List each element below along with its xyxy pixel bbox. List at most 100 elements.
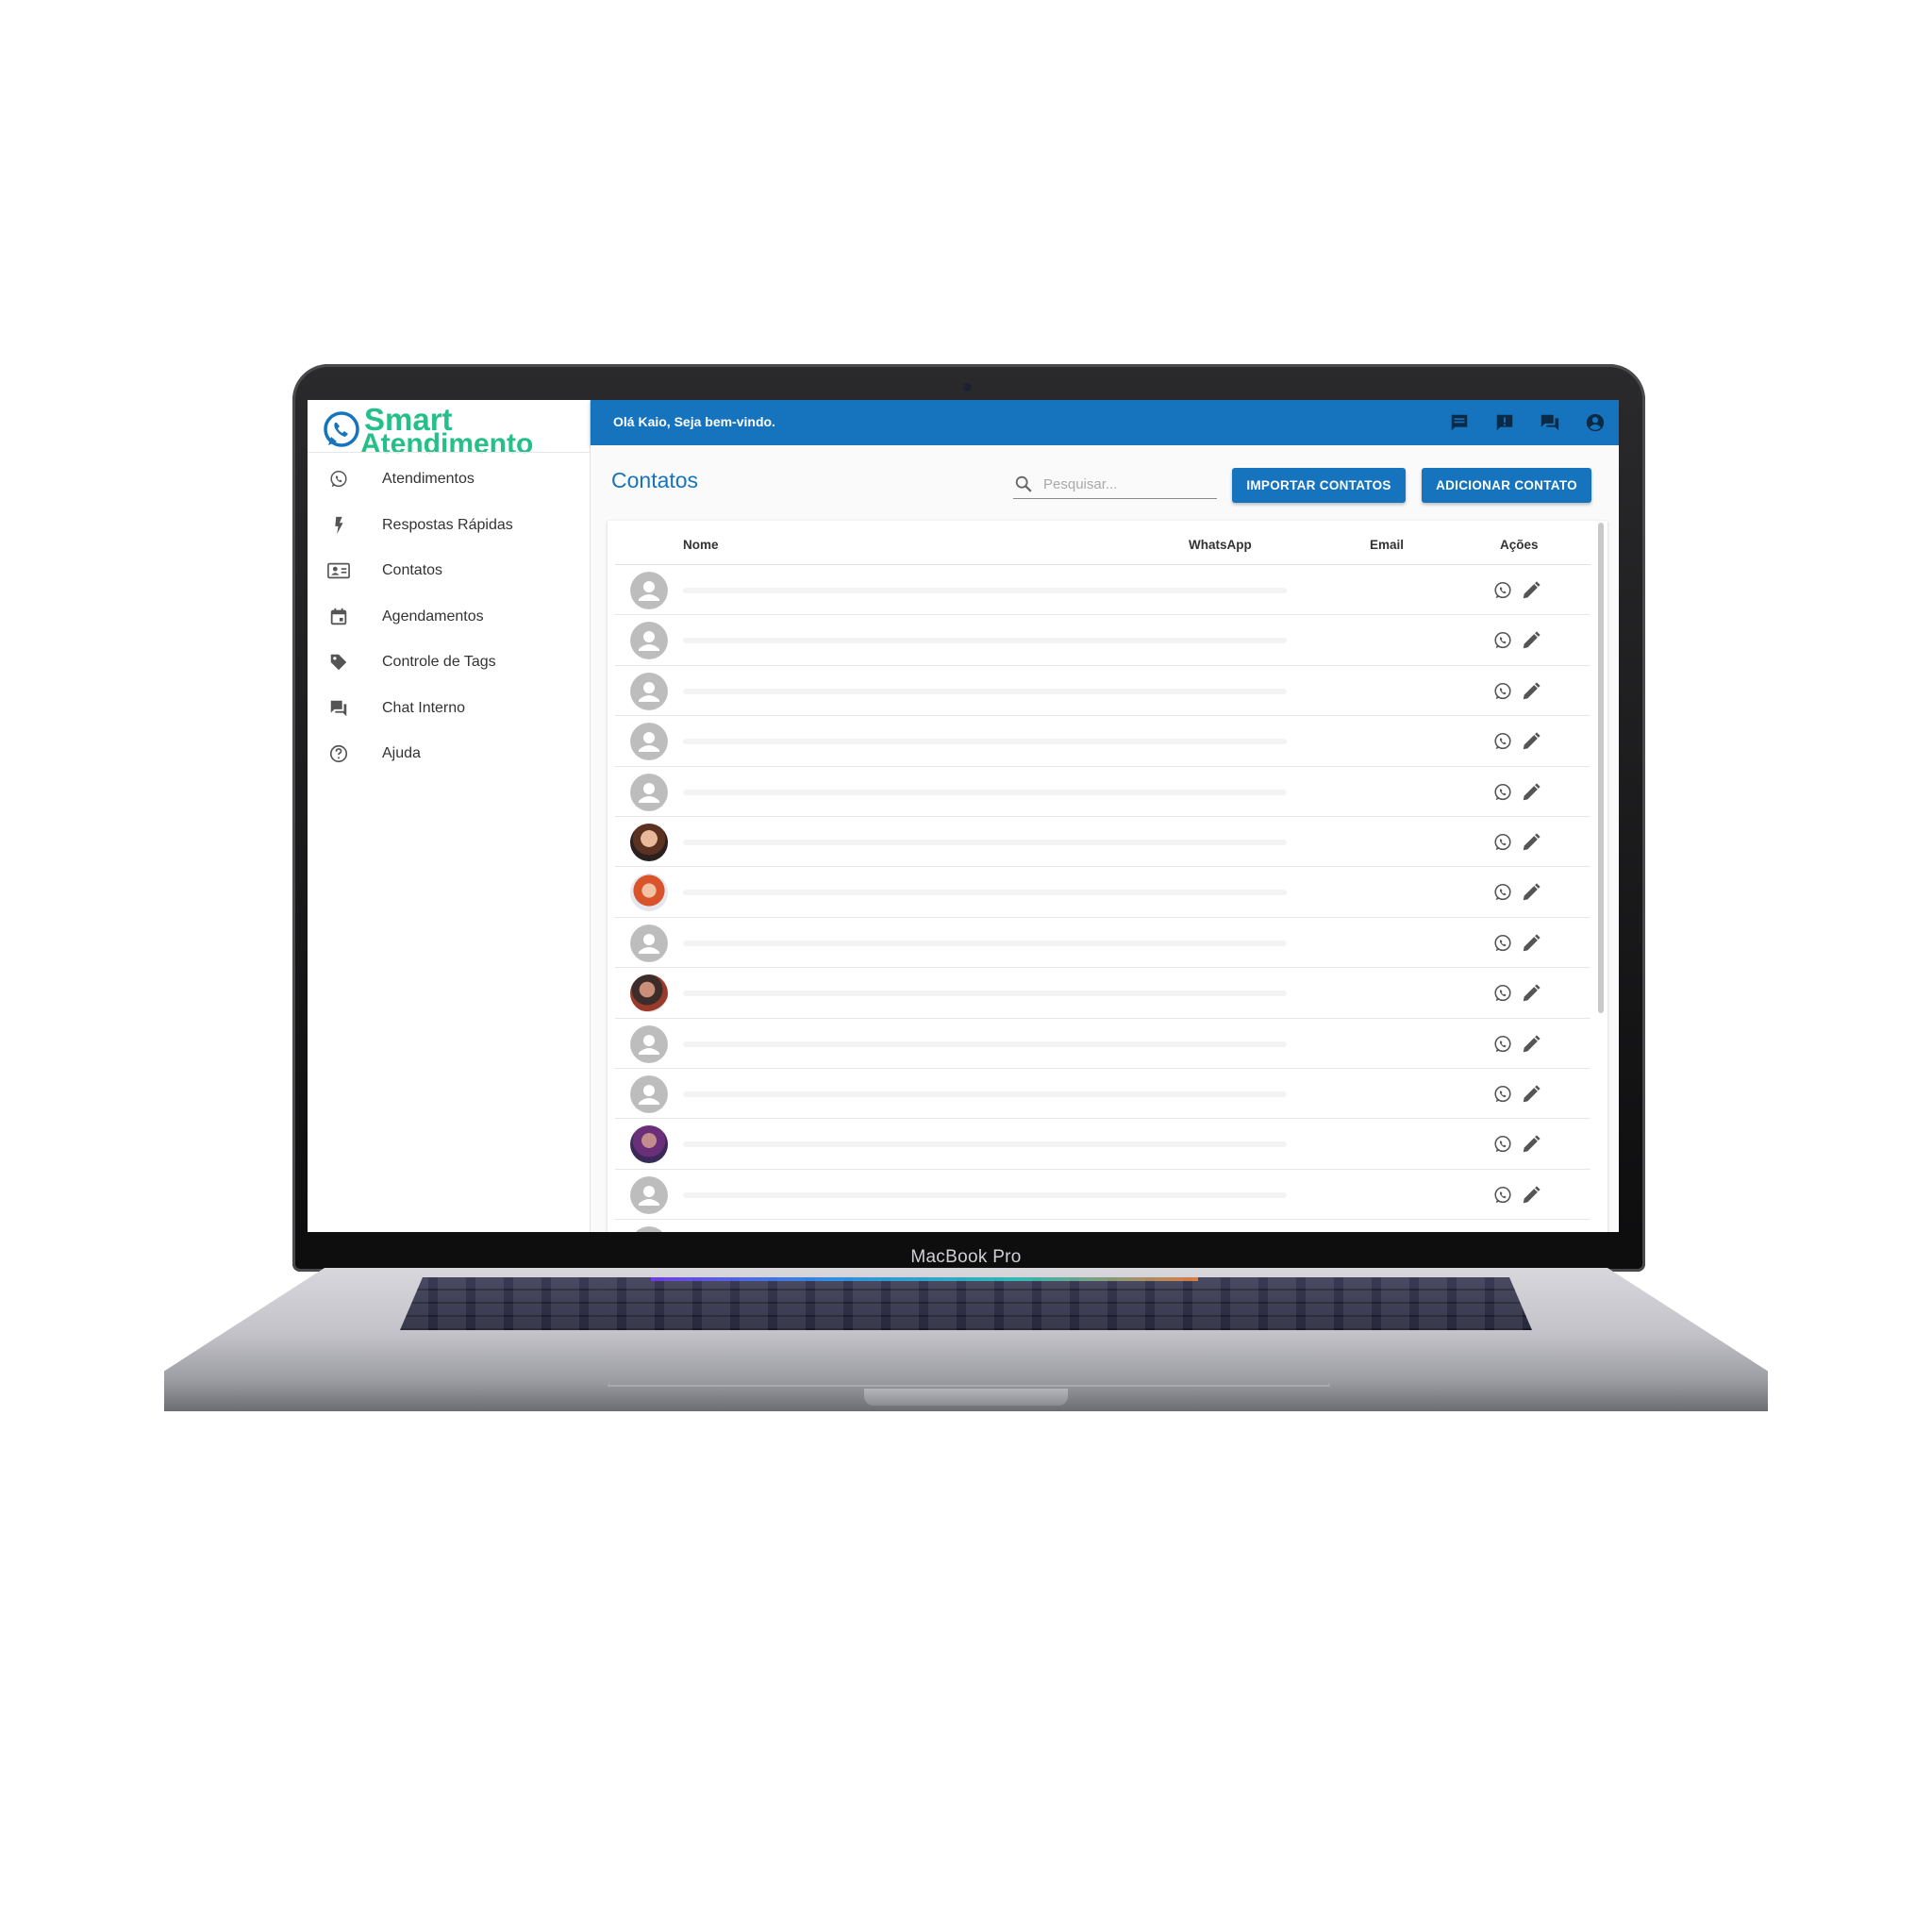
main-content: Contatos IMPORTAR CONTATOS ADICIONAR CON… [591, 445, 1619, 1232]
edit-pencil-icon[interactable] [1521, 1084, 1541, 1105]
edit-pencil-icon[interactable] [1521, 731, 1541, 752]
whatsapp-icon[interactable] [1492, 1034, 1513, 1055]
avatar [630, 1226, 668, 1232]
whatsapp-icon[interactable] [1492, 933, 1513, 954]
table-row[interactable] [608, 716, 1591, 767]
whatsapp-icon[interactable] [1492, 681, 1513, 702]
tag-icon [326, 650, 351, 675]
avatar [630, 1024, 668, 1063]
table-row[interactable] [608, 615, 1591, 666]
sidebar-item-contatos[interactable]: Contatos [308, 548, 590, 594]
scrollbar[interactable] [1598, 523, 1604, 1013]
whatsapp-icon [326, 467, 351, 491]
whatsapp-icon[interactable] [1492, 983, 1513, 1004]
table-row[interactable] [608, 1170, 1591, 1221]
table-row[interactable] [608, 817, 1591, 868]
table-row[interactable] [608, 565, 1591, 616]
feedback-icon[interactable] [1492, 410, 1517, 435]
edit-pencil-icon[interactable] [1521, 1185, 1541, 1206]
contact-card-icon [326, 558, 351, 583]
forum-icon[interactable] [1538, 410, 1562, 435]
edit-pencil-icon[interactable] [1521, 832, 1541, 853]
whatsapp-icon[interactable] [1492, 782, 1513, 803]
table-row[interactable] [608, 918, 1591, 969]
whatsapp-icon[interactable] [1492, 630, 1513, 651]
help-circle-icon [326, 741, 351, 766]
redacted-contact-info [683, 638, 1287, 644]
redacted-contact-info [683, 739, 1287, 745]
avatar [630, 1125, 668, 1164]
sidebar-item-label: Atendimentos [382, 471, 475, 488]
page-title: Contatos [611, 468, 699, 492]
table-row[interactable] [608, 1069, 1591, 1120]
table-row[interactable] [608, 1119, 1591, 1170]
table-header: Nome WhatsApp Email Ações [608, 521, 1589, 564]
sidebar-item-chat-interno[interactable]: Chat Interno [308, 686, 590, 732]
edit-pencil-icon[interactable] [1521, 630, 1541, 651]
edit-pencil-icon[interactable] [1521, 882, 1541, 903]
bolt-icon [326, 513, 351, 538]
edit-pencil-icon[interactable] [1521, 580, 1541, 601]
avatar [630, 874, 668, 912]
sidebar-item-label: Contatos [382, 562, 443, 579]
redacted-contact-info [683, 688, 1287, 694]
column-header-nome[interactable]: Nome [683, 538, 719, 552]
import-contacts-button[interactable]: IMPORTAR CONTATOS [1232, 468, 1406, 503]
sidebar-item-controle-de-tags[interactable]: Controle de Tags [308, 640, 590, 686]
sidebar-item-ajuda[interactable]: Ajuda [308, 731, 590, 777]
top-app-bar: Olá Kaio, Seja bem-vindo. [591, 400, 1619, 445]
keyboard [400, 1277, 1532, 1330]
app-logo[interactable]: Smart Atendimento [321, 404, 585, 458]
edit-pencil-icon[interactable] [1521, 681, 1541, 702]
table-row[interactable] [608, 1019, 1591, 1069]
column-header-acoes: Ações [1500, 538, 1539, 552]
sidebar-item-label: Agendamentos [382, 608, 484, 625]
avatar [630, 974, 668, 1013]
greeting-text: Olá Kaio, Seja bem-vindo. [613, 414, 775, 429]
whatsapp-icon[interactable] [1492, 832, 1513, 853]
redacted-contact-info [683, 890, 1287, 896]
edit-pencil-icon[interactable] [1521, 1034, 1541, 1055]
whatsapp-icon[interactable] [1492, 580, 1513, 601]
avatar [630, 572, 668, 609]
edit-pencil-icon[interactable] [1521, 933, 1541, 954]
sidebar-item-label: Controle de Tags [382, 654, 496, 671]
edit-pencil-icon[interactable] [1521, 782, 1541, 803]
edit-pencil-icon[interactable] [1521, 983, 1541, 1004]
redacted-contact-info [683, 840, 1287, 845]
sidebar-item-respostas-rapidas[interactable]: Respostas Rápidas [308, 503, 590, 549]
trackpad [608, 1332, 1330, 1387]
table-row[interactable] [608, 867, 1591, 918]
column-header-whatsapp[interactable]: WhatsApp [1189, 538, 1252, 552]
sidebar-divider [308, 452, 590, 453]
redacted-contact-info [683, 940, 1287, 946]
lid-notch [864, 1389, 1068, 1406]
edit-pencil-icon[interactable] [1521, 1134, 1541, 1155]
sidebar-item-agendamentos[interactable]: Agendamentos [308, 594, 590, 641]
table-row[interactable] [608, 1220, 1589, 1232]
table-row[interactable] [608, 666, 1591, 717]
search-box[interactable] [1013, 470, 1217, 499]
whatsapp-icon[interactable] [1492, 1134, 1513, 1155]
redacted-contact-info [683, 1191, 1287, 1198]
redacted-contact-info [683, 1091, 1287, 1097]
whatsapp-icon[interactable] [1492, 1185, 1513, 1206]
account-circle-icon[interactable] [1583, 410, 1607, 435]
avatar [630, 622, 668, 660]
whatsapp-icon[interactable] [1492, 731, 1513, 752]
sidebar-nav: Atendimentos Respostas Rápidas Contatos … [308, 457, 590, 777]
whatsapp-icon[interactable] [1492, 1084, 1513, 1105]
sidebar: Smart Atendimento Atendimentos Respostas… [308, 400, 591, 1232]
redacted-contact-info [683, 1141, 1287, 1148]
avatar [630, 824, 668, 861]
column-header-email[interactable]: Email [1370, 538, 1404, 552]
chat-icon[interactable] [1447, 410, 1472, 435]
add-contact-button[interactable]: ADICIONAR CONTATO [1422, 468, 1591, 503]
search-input[interactable] [1041, 472, 1215, 496]
table-row[interactable] [608, 968, 1591, 1019]
whatsapp-icon[interactable] [1492, 882, 1513, 903]
sidebar-item-atendimentos[interactable]: Atendimentos [308, 457, 590, 503]
table-row[interactable] [608, 767, 1591, 817]
avatar [630, 1075, 668, 1113]
sidebar-item-label: Ajuda [382, 745, 421, 762]
